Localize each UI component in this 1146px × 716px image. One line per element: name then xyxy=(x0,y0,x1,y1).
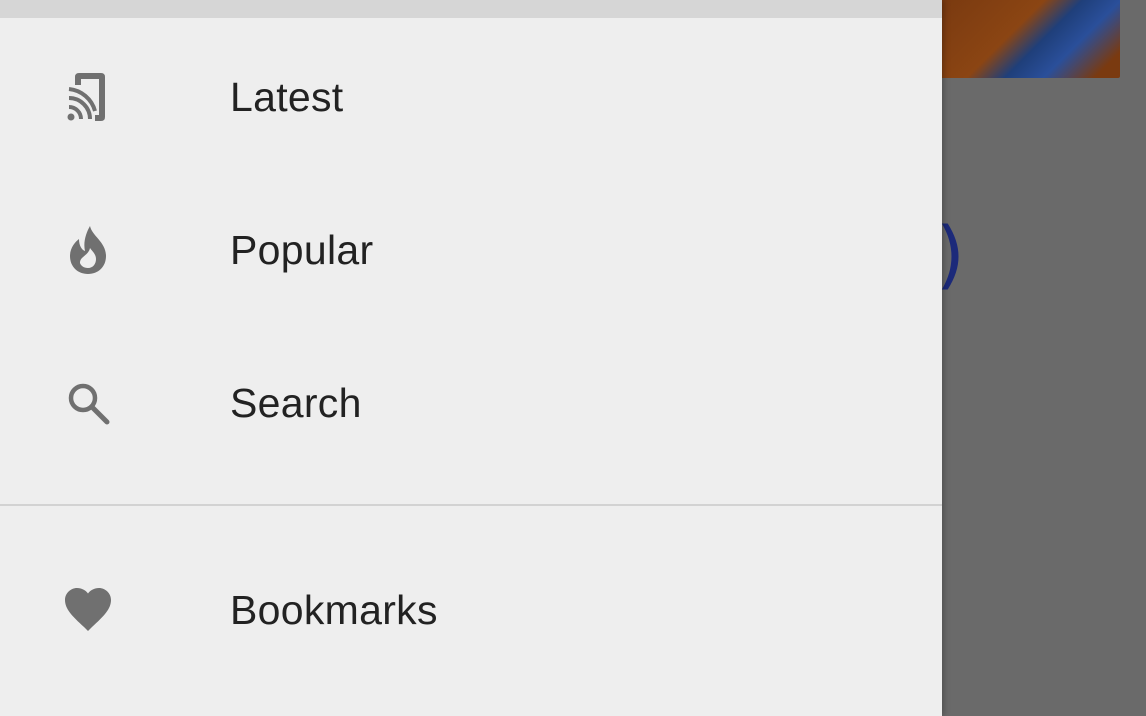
drawer-item-label: Bookmarks xyxy=(230,586,438,633)
drawer-item-latest[interactable]: Latest xyxy=(0,27,942,167)
drawer-divider xyxy=(0,504,942,506)
drawer-item-popular[interactable]: Popular xyxy=(0,180,942,320)
background-thumbnail-image xyxy=(942,0,1120,78)
background-content xyxy=(942,0,1146,716)
app-screen: ) Latest Popular Search Bookmarks xyxy=(0,0,1146,716)
drawer-item-label: Popular xyxy=(230,226,374,273)
drawer-item-bookmarks[interactable]: Bookmarks xyxy=(0,540,942,680)
heart-icon xyxy=(62,584,114,636)
cast-icon xyxy=(62,71,114,123)
fire-icon xyxy=(62,224,114,276)
drawer-header-strip xyxy=(0,0,942,18)
navigation-drawer: Latest Popular Search Bookmarks xyxy=(0,0,942,716)
drawer-item-search[interactable]: Search xyxy=(0,333,942,473)
drawer-item-label: Search xyxy=(230,379,362,426)
drawer-item-label: Latest xyxy=(230,73,344,120)
search-icon xyxy=(62,377,114,429)
